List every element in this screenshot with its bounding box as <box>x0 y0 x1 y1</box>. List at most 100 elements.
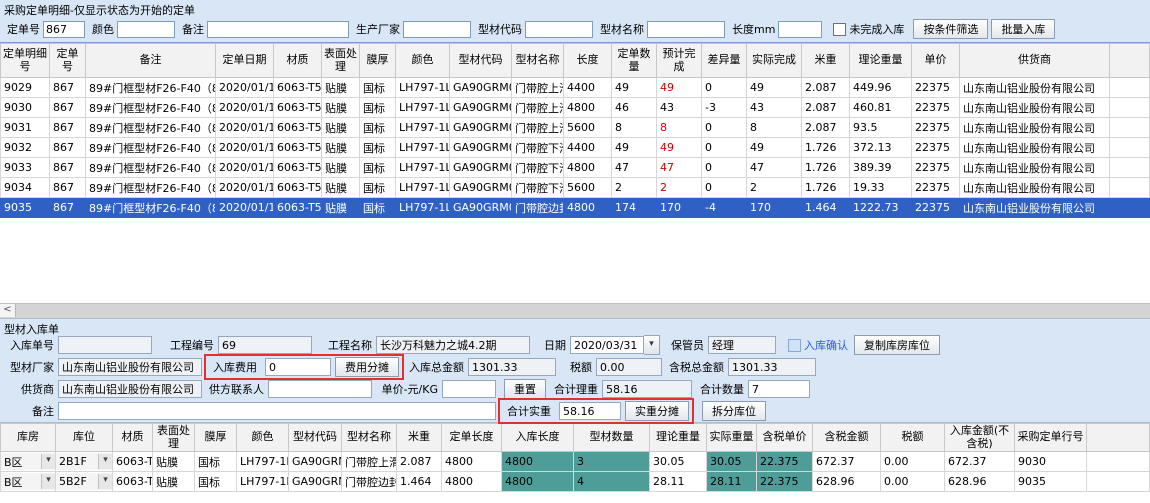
order-row[interactable]: 903386789#门框型材F26-F40（866+867）2020/01/13… <box>1 158 1150 178</box>
factory-input[interactable] <box>58 358 202 376</box>
cell-filler <box>1110 118 1150 138</box>
inbound-remark-input[interactable] <box>58 402 496 420</box>
column-header[interactable]: 材质 <box>113 424 153 452</box>
order-row[interactable]: 902986789#门框型材F26-F40（866+867）2020/01/13… <box>1 78 1150 98</box>
column-header[interactable]: 税额 <box>881 424 945 452</box>
cell[interactable]: B区▾ <box>1 452 56 472</box>
column-header[interactable]: 定单号 <box>50 44 86 78</box>
order-row[interactable]: 903286789#门框型材F26-F40（866+867）2020/01/13… <box>1 138 1150 158</box>
scroll-left-icon[interactable]: < <box>0 304 16 317</box>
order-no-input[interactable] <box>43 21 85 38</box>
total-qty-input[interactable] <box>748 380 810 398</box>
actual-weight-split-button[interactable]: 实重分摊 <box>625 401 689 421</box>
copy-location-button[interactable]: 复制库房库位 <box>854 335 940 355</box>
column-header[interactable]: 理论重量 <box>650 424 707 452</box>
column-header[interactable]: 入库金额(不含税) <box>945 424 1015 452</box>
cell: 9031 <box>1 118 50 138</box>
column-header[interactable]: 型材名称 <box>512 44 564 78</box>
column-header[interactable]: 采购定单行号 <box>1015 424 1087 452</box>
order-table-hscrollbar[interactable]: < <box>0 303 1150 318</box>
column-header[interactable]: 理论重量 <box>850 44 912 78</box>
column-header[interactable]: 米重 <box>397 424 442 452</box>
cell[interactable]: 2B1F▾ <box>56 452 113 472</box>
date-picker[interactable]: ▾ <box>570 335 660 355</box>
combo-arrow-icon[interactable]: ▾ <box>41 474 55 489</box>
order-row[interactable]: 903086789#门框型材F26-F40（866+867）2020/01/13… <box>1 98 1150 118</box>
combo-arrow-icon[interactable]: ▾ <box>98 474 112 489</box>
column-header[interactable]: 定单日期 <box>216 44 274 78</box>
color-filter-input[interactable] <box>117 21 175 38</box>
column-header[interactable]: 型材代码 <box>450 44 512 78</box>
total-actual-weight-input[interactable] <box>559 402 621 420</box>
column-header[interactable]: 库房 <box>1 424 56 452</box>
inbound-no-input[interactable] <box>58 336 152 354</box>
reset-button[interactable]: 重置 <box>504 379 546 399</box>
column-header[interactable]: 表面处理 <box>153 424 195 452</box>
column-header[interactable]: 膜厚 <box>195 424 237 452</box>
date-input[interactable] <box>570 336 644 354</box>
column-header[interactable]: 备注 <box>86 44 216 78</box>
column-header[interactable]: 颜色 <box>237 424 289 452</box>
supplier-contact-input[interactable] <box>268 380 372 398</box>
total-with-tax-input[interactable] <box>728 358 816 376</box>
project-no-input[interactable] <box>218 336 312 354</box>
remark-filter-input[interactable] <box>207 21 349 38</box>
order-row[interactable]: 903586789#门框型材F26-F40（866+867）2020/01/13… <box>1 198 1150 218</box>
total-amount-input[interactable] <box>468 358 556 376</box>
total-theory-weight-input[interactable] <box>602 380 692 398</box>
column-header[interactable]: 表面处理 <box>322 44 360 78</box>
unit-price-input[interactable] <box>442 380 496 398</box>
column-header[interactable]: 含税单价 <box>757 424 813 452</box>
inbound-row[interactable]: B区▾2B1F▾6063-T5贴膜国标LH797-1LL0GA90GRM03门带… <box>1 452 1150 472</box>
manufacturer-filter-label: 生产厂家 <box>356 21 400 37</box>
split-location-button[interactable]: 拆分库位 <box>702 401 766 421</box>
order-row[interactable]: 903186789#门框型材F26-F40（866+867）2020/01/13… <box>1 118 1150 138</box>
column-header[interactable]: 定单长度 <box>442 424 502 452</box>
filter-by-condition-button[interactable]: 按条件筛选 <box>913 19 988 39</box>
unfinished-checkbox[interactable] <box>833 22 846 36</box>
profile-name-filter-input[interactable] <box>647 21 725 38</box>
fee-input[interactable] <box>265 358 331 376</box>
column-header[interactable]: 型材名称 <box>342 424 397 452</box>
project-name-input[interactable] <box>376 336 530 354</box>
column-header[interactable]: 型材代码 <box>289 424 342 452</box>
column-header[interactable]: 材质 <box>274 44 322 78</box>
supplier-input[interactable] <box>58 380 202 398</box>
combo-arrow-icon[interactable]: ▾ <box>41 454 55 469</box>
length-filter-input[interactable] <box>778 21 822 38</box>
cell-filler <box>1110 178 1150 198</box>
keeper-input[interactable] <box>708 336 776 354</box>
manufacturer-filter-input[interactable] <box>403 21 471 38</box>
column-header[interactable]: 定单数量 <box>612 44 657 78</box>
batch-inbound-button[interactable]: 批量入库 <box>991 19 1055 39</box>
fee-split-button[interactable]: 费用分摊 <box>335 357 399 377</box>
column-header[interactable]: 差异量 <box>702 44 747 78</box>
date-label: 日期 <box>530 337 570 353</box>
column-header[interactable]: 预计完成 <box>657 44 702 78</box>
calendar-dropdown-icon[interactable]: ▾ <box>644 335 660 355</box>
tax-input[interactable] <box>596 358 662 376</box>
inbound-confirm-checkbox[interactable] <box>788 338 801 352</box>
column-header[interactable]: 入库长度 <box>502 424 574 452</box>
column-header[interactable]: 供货商 <box>960 44 1110 78</box>
inbound-row[interactable]: B区▾5B2F▾6063-T5贴膜国标LH797-1LL0GA90GRM05门带… <box>1 472 1150 492</box>
cell: LH797-1LL0 <box>396 98 450 118</box>
column-header[interactable]: 长度 <box>564 44 612 78</box>
combo-arrow-icon[interactable]: ▾ <box>98 454 112 469</box>
cell[interactable]: B区▾ <box>1 472 56 492</box>
column-header[interactable]: 型材数量 <box>574 424 650 452</box>
column-header[interactable]: 含税金额 <box>813 424 881 452</box>
cell[interactable]: 5B2F▾ <box>56 472 113 492</box>
column-header[interactable]: 库位 <box>56 424 113 452</box>
column-header[interactable]: 实际重量 <box>707 424 757 452</box>
hscroll-track[interactable] <box>16 304 1150 318</box>
profile-code-filter-input[interactable] <box>525 21 593 38</box>
column-header[interactable]: 实际完成 <box>747 44 802 78</box>
column-header[interactable]: 单价 <box>912 44 960 78</box>
order-row[interactable]: 903486789#门框型材F26-F40（866+867）2020/01/13… <box>1 178 1150 198</box>
column-header[interactable]: 膜厚 <box>360 44 396 78</box>
column-header[interactable]: 颜色 <box>396 44 450 78</box>
cell-filler <box>1087 472 1150 492</box>
column-header[interactable]: 定单明细号 <box>1 44 50 78</box>
column-header[interactable]: 米重 <box>802 44 850 78</box>
